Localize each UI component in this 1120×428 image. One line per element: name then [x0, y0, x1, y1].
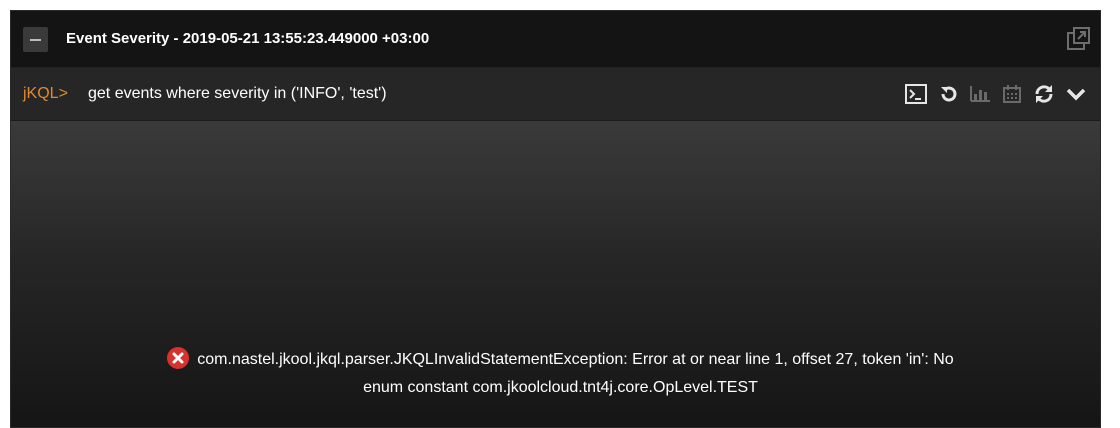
calendar-icon[interactable] [1000, 82, 1024, 106]
bar-chart-icon[interactable] [968, 82, 992, 106]
external-window-icon[interactable] [1065, 26, 1091, 52]
error-icon [167, 347, 190, 369]
undo-icon[interactable] [936, 82, 960, 106]
error-text-line1: com.nastel.jkool.jkql.parser.JKQLInvalid… [197, 351, 954, 368]
panel-title: Event Severity - 2019-05-21 13:55:23.449… [66, 30, 430, 47]
panel: Event Severity - 2019-05-21 13:55:23.449… [10, 10, 1101, 428]
query-text[interactable]: get events where severity in ('INFO', 't… [88, 85, 387, 103]
query-bar: jKQL> get events where severity in ('INF… [11, 68, 1100, 121]
panel-titlebar: Event Severity - 2019-05-21 13:55:23.449… [11, 11, 1100, 68]
collapse-button[interactable] [23, 27, 48, 52]
refresh-icon[interactable] [1032, 82, 1056, 106]
chevron-down-icon[interactable] [1064, 82, 1088, 106]
query-toolbar [904, 81, 1088, 107]
minus-icon [30, 38, 41, 41]
query-prompt: jKQL> [23, 85, 68, 102]
panel-content: com.nastel.jkool.jkql.parser.JKQLInvalid… [11, 121, 1100, 427]
terminal-icon[interactable] [904, 82, 928, 106]
error-message: com.nastel.jkool.jkql.parser.JKQLInvalid… [41, 346, 1080, 402]
error-text-line2: enum constant com.jkoolcloud.tnt4j.core.… [363, 379, 758, 396]
